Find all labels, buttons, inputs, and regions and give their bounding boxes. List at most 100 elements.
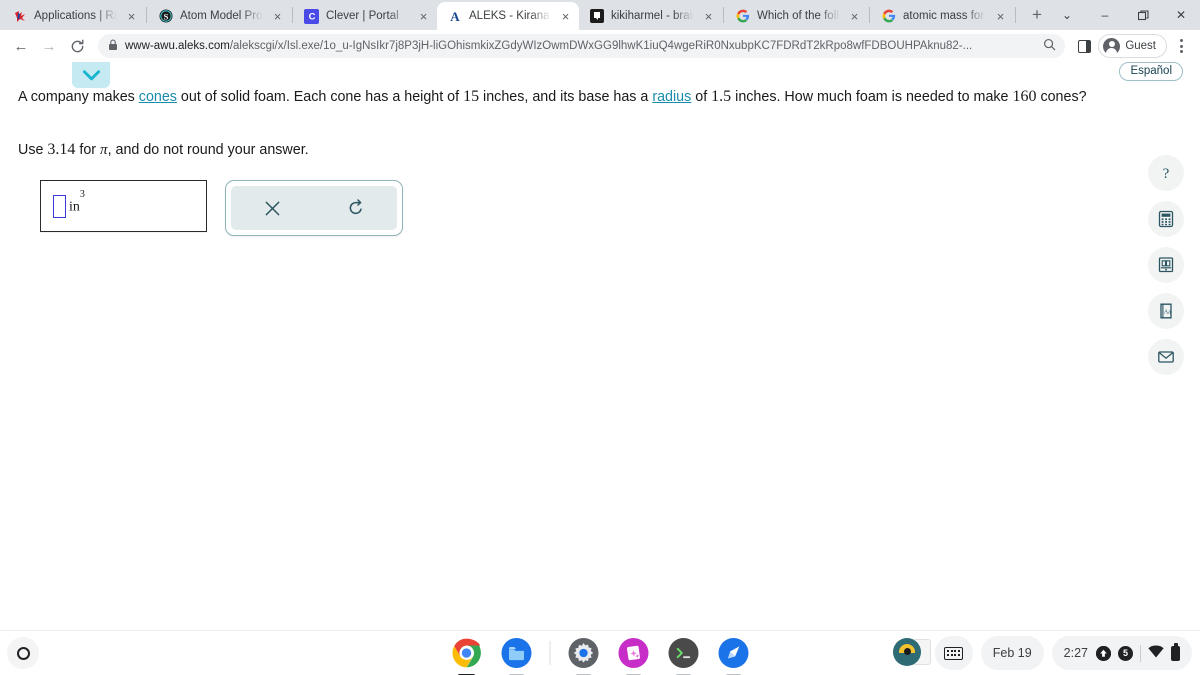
tab-search-icon[interactable]: ⌄ bbox=[1048, 0, 1086, 30]
close-window-button[interactable]: ✕ bbox=[1162, 0, 1200, 30]
brainly-icon bbox=[589, 9, 604, 24]
answer-row: in3 bbox=[40, 180, 403, 236]
page-content: Español A company makes cones out of sol… bbox=[0, 62, 1200, 630]
espanol-button[interactable]: Español bbox=[1119, 62, 1183, 81]
tab-title: Applications | Rap bbox=[34, 10, 117, 22]
tab-close-icon[interactable]: × bbox=[847, 9, 862, 24]
tab-close-icon[interactable]: × bbox=[993, 9, 1008, 24]
answer-toolbar bbox=[225, 180, 403, 236]
unit-exponent: 3 bbox=[79, 189, 85, 201]
back-icon[interactable]: ← bbox=[8, 33, 34, 59]
browser-tab[interactable]: atomic mass for n × bbox=[871, 2, 1014, 30]
svg-text:Aa: Aa bbox=[1164, 308, 1171, 315]
minimize-button[interactable]: – bbox=[1086, 0, 1124, 30]
reload-icon[interactable] bbox=[64, 33, 90, 59]
forward-icon[interactable]: → bbox=[36, 33, 62, 59]
explore-app-icon[interactable] bbox=[717, 636, 751, 675]
kebab-menu-icon[interactable] bbox=[1170, 33, 1192, 59]
answer-input[interactable]: in3 bbox=[40, 180, 207, 232]
settings-app-icon[interactable] bbox=[567, 636, 601, 675]
browser-tab[interactable]: kikiharmel - brainl × bbox=[579, 2, 722, 30]
tab-title: atomic mass for n bbox=[903, 10, 986, 22]
browser-window: Applications | Rap × S Atom Model Proje … bbox=[0, 0, 1200, 675]
tab-close-icon[interactable]: × bbox=[701, 9, 716, 24]
status-area: Feb 19 2:27 5 bbox=[892, 636, 1192, 670]
tab-close-icon[interactable]: × bbox=[416, 9, 431, 24]
notification-badge: 5 bbox=[1118, 645, 1133, 661]
google-icon bbox=[735, 9, 750, 24]
cone-count: 160 bbox=[1012, 88, 1037, 105]
problem-text-1: A company makes bbox=[18, 89, 139, 105]
tool-sidebar: ? Aa bbox=[1148, 155, 1184, 375]
url-text: www-awu.aleks.com/alekscgi/x/Isl.exe/1o_… bbox=[125, 40, 1036, 52]
tab-title: Atom Model Proje bbox=[180, 10, 263, 22]
browser-tab-active[interactable]: A ALEKS - Kirana Ha × bbox=[437, 2, 579, 30]
clever-icon: C bbox=[304, 8, 319, 24]
status-tray[interactable]: 2:27 5 bbox=[1051, 636, 1192, 670]
launcher-button[interactable] bbox=[7, 637, 39, 669]
profile-label: Guest bbox=[1125, 40, 1156, 52]
tab-title: ALEKS - Kirana Ha bbox=[469, 10, 551, 22]
shelf-date: Feb 19 bbox=[992, 646, 1032, 660]
browser-tab[interactable]: S Atom Model Proje × bbox=[148, 2, 291, 30]
browser-tab[interactable]: C Clever | Portal × bbox=[294, 2, 437, 30]
tab-close-icon[interactable]: × bbox=[558, 9, 573, 24]
url-host: www-awu.aleks.com bbox=[125, 40, 230, 52]
update-icon bbox=[1096, 645, 1111, 661]
battery-icon bbox=[1171, 642, 1180, 661]
keyboard-icon[interactable] bbox=[934, 636, 973, 670]
tab-separator bbox=[292, 7, 293, 23]
pi-symbol: π bbox=[100, 142, 108, 158]
chromeos-shelf: Feb 19 2:27 5 bbox=[0, 630, 1200, 675]
maximize-button[interactable] bbox=[1124, 0, 1162, 30]
message-icon[interactable] bbox=[1148, 339, 1184, 375]
tray-icons: 5 bbox=[1096, 642, 1180, 662]
lock-icon bbox=[108, 39, 118, 54]
files-app-icon[interactable] bbox=[500, 636, 534, 675]
browser-tab[interactable]: Applications | Rap × bbox=[2, 2, 145, 30]
undo-button[interactable] bbox=[314, 186, 397, 230]
url-path: /alekscgi/x/Isl.exe/1o_u-IgNsIkr7j8P3jH-… bbox=[229, 40, 973, 52]
instruction-suffix: , and do not round your answer. bbox=[107, 142, 309, 158]
terminal-app-icon[interactable] bbox=[667, 636, 701, 675]
problem-text-2: out of solid foam. Each cone has a heigh… bbox=[176, 89, 464, 105]
search-icon[interactable] bbox=[1043, 38, 1057, 54]
svg-text:C: C bbox=[308, 12, 315, 23]
tab-close-icon[interactable]: × bbox=[124, 9, 139, 24]
problem-text-6: cones? bbox=[1036, 89, 1087, 105]
avatar bbox=[1103, 37, 1121, 55]
browser-tab[interactable]: Which of the follo × bbox=[725, 2, 868, 30]
profile-button[interactable]: Guest bbox=[1098, 34, 1167, 58]
side-panel-icon[interactable] bbox=[1073, 35, 1095, 57]
instruction-text: Use 3.14 for π, and do not round your an… bbox=[18, 141, 309, 159]
problem-statement: A company makes cones out of solid foam.… bbox=[18, 86, 1105, 107]
chevron-down-icon[interactable] bbox=[72, 62, 110, 88]
radius-link[interactable]: radius bbox=[652, 89, 691, 105]
svg-text:A: A bbox=[450, 9, 460, 23]
user-profile-icon[interactable] bbox=[892, 636, 931, 670]
cones-link[interactable]: cones bbox=[139, 89, 177, 105]
tab-title: Which of the follo bbox=[757, 10, 840, 22]
calculator-icon[interactable] bbox=[1148, 201, 1184, 237]
tab-separator bbox=[1015, 7, 1016, 23]
photos-app-icon[interactable] bbox=[617, 636, 651, 675]
tab-separator bbox=[723, 7, 724, 23]
svg-text:S: S bbox=[163, 11, 168, 21]
clear-button[interactable] bbox=[231, 186, 314, 230]
new-tab-button[interactable]: + bbox=[1023, 1, 1051, 29]
chrome-app-icon[interactable] bbox=[450, 636, 484, 675]
tab-separator bbox=[869, 7, 870, 23]
date-pill[interactable]: Feb 19 bbox=[980, 636, 1044, 670]
help-icon[interactable]: ? bbox=[1148, 155, 1184, 191]
reference-icon[interactable] bbox=[1148, 247, 1184, 283]
answer-unit: in3 bbox=[69, 189, 85, 216]
instruction-prefix: Use bbox=[18, 142, 48, 158]
dictionary-icon[interactable]: Aa bbox=[1148, 293, 1184, 329]
shelf-time: 2:27 bbox=[1063, 646, 1088, 660]
answer-placeholder-box[interactable] bbox=[53, 194, 66, 218]
tab-title: kikiharmel - brainl bbox=[611, 10, 694, 22]
instruction-middle: for bbox=[75, 142, 101, 158]
browser-toolbar: ← → www-awu.aleks.com/alekscgi/x/Isl.exe… bbox=[0, 30, 1200, 62]
tab-close-icon[interactable]: × bbox=[270, 9, 285, 24]
address-bar[interactable]: www-awu.aleks.com/alekscgi/x/Isl.exe/1o_… bbox=[98, 34, 1066, 58]
